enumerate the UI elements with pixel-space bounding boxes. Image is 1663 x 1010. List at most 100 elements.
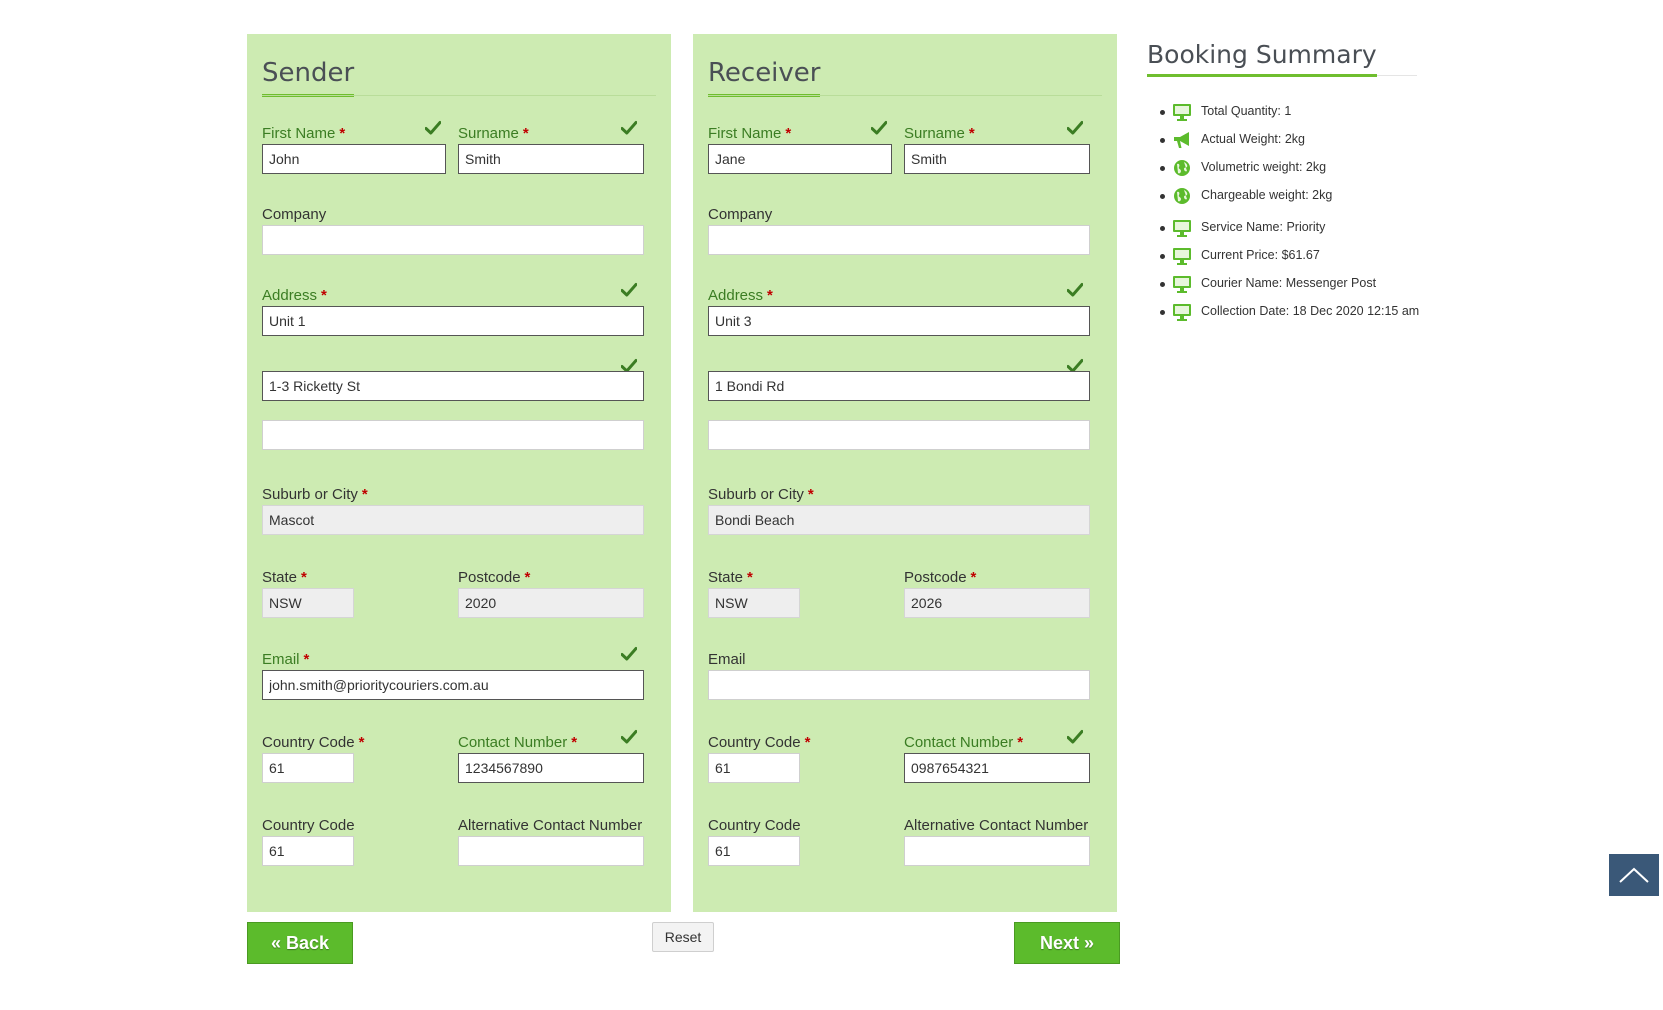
required-marker: * <box>358 734 365 751</box>
required-marker: * <box>970 569 977 586</box>
sender-surname-input[interactable] <box>458 144 644 174</box>
receiver-email-input[interactable] <box>708 670 1090 700</box>
chevron-up-icon <box>1619 867 1649 883</box>
booking-summary-title: Booking Summary <box>1147 40 1377 77</box>
receiver-contact-input[interactable] <box>904 753 1090 783</box>
sender-postcode-label: Postcode * <box>458 569 530 586</box>
receiver-surname-input[interactable] <box>904 144 1090 174</box>
required-marker: * <box>785 125 792 142</box>
receiver-state-input[interactable] <box>708 588 800 618</box>
sender-surname-label: Surname * <box>458 125 529 142</box>
summary-item-text: Chargeable weight: 2kg <box>1201 188 1333 202</box>
receiver-alt-contact-label: Alternative Contact Number <box>904 817 1089 834</box>
receiver-contact-check-icon <box>1067 730 1083 744</box>
receiver-first-name-input[interactable] <box>708 144 892 174</box>
sender-first-name-input[interactable] <box>262 144 446 174</box>
receiver-country-code-label: Country Code * <box>708 734 810 751</box>
required-marker: * <box>571 734 578 751</box>
sender-company-label: Company <box>262 206 327 223</box>
receiver-suburb-label-text: Suburb or City <box>708 486 804 503</box>
sender-suburb-label: Suburb or City * <box>262 486 368 503</box>
receiver-company-label: Company <box>708 206 773 223</box>
receiver-alt-contact-input[interactable] <box>904 836 1090 866</box>
globe-icon <box>1172 159 1192 177</box>
globe-icon <box>1172 187 1192 205</box>
sender-email-check-icon <box>621 647 637 661</box>
sender-first-name-label-text: First Name <box>262 125 336 142</box>
summary-item-text: Courier Name: Messenger Post <box>1201 276 1377 290</box>
sender-contact-label: Contact Number * <box>458 734 577 751</box>
receiver-address-line2-input[interactable] <box>708 371 1090 401</box>
receiver-address-line3-input[interactable] <box>708 420 1090 450</box>
sender-state-label: State * <box>262 569 307 586</box>
receiver-suburb-label: Suburb or City * <box>708 486 814 503</box>
required-marker: * <box>339 125 346 142</box>
summary-item: Total Quantity: 1 <box>1147 98 1417 126</box>
sender-panel: Sender First Name* Surname* Company Addr… <box>247 34 671 912</box>
receiver-country-code-input[interactable] <box>708 753 800 783</box>
required-marker: * <box>747 569 753 586</box>
sender-company-input[interactable] <box>262 225 644 255</box>
receiver-first-name-check-icon <box>871 121 887 135</box>
monitor-icon <box>1172 303 1192 321</box>
receiver-title-divider <box>708 95 1102 96</box>
required-marker: * <box>804 734 811 751</box>
sender-address-line2-input[interactable] <box>262 371 644 401</box>
sender-postcode-input[interactable] <box>458 588 644 618</box>
sender-contact-input[interactable] <box>458 753 644 783</box>
receiver-surname-check-icon <box>1067 121 1083 135</box>
sender-title-divider <box>262 95 656 96</box>
sender-suburb-input[interactable] <box>262 505 644 535</box>
receiver-first-name-label-text: First Name <box>708 125 782 142</box>
sender-alt-country-code-input[interactable] <box>262 836 354 866</box>
required-marker: * <box>968 125 975 142</box>
booking-summary: Booking Summary Total Quantity: 1 Actual … <box>1147 40 1420 326</box>
receiver-suburb-input[interactable] <box>708 505 1090 535</box>
receiver-surname-label-text: Surname <box>904 125 965 142</box>
receiver-alt-country-code-input[interactable] <box>708 836 800 866</box>
sender-address-label-text: Address <box>262 287 318 304</box>
back-button[interactable]: « Back <box>247 922 353 964</box>
sender-first-name-label: First Name * <box>262 125 345 142</box>
sender-state-input[interactable] <box>262 588 354 618</box>
summary-item-text: Current Price: $61.67 <box>1201 248 1320 262</box>
receiver-postcode-label: Postcode * <box>904 569 976 586</box>
sender-address-line1-input[interactable] <box>262 306 644 336</box>
receiver-panel: Receiver First Name* Surname* Company Ad… <box>693 34 1117 912</box>
summary-item-text: Collection Date: 18 Dec 2020 12:15 am <box>1201 304 1420 318</box>
booking-summary-list: Total Quantity: 1 Actual Weight: 2kg Volum… <box>1147 98 1420 326</box>
reset-button[interactable]: Reset <box>652 922 714 952</box>
sender-first-name-check-icon <box>425 121 441 135</box>
monitor-icon <box>1172 247 1192 265</box>
summary-item: Collection Date: 18 Dec 2020 12:15 am <box>1147 298 1420 326</box>
summary-item-text: Service Name: Priority <box>1201 220 1326 234</box>
receiver-title: Receiver <box>708 58 821 97</box>
sender-address-line3-input[interactable] <box>262 420 644 450</box>
sender-state-label-text: State <box>262 569 298 586</box>
receiver-company-input[interactable] <box>708 225 1090 255</box>
summary-item-text: Actual Weight: 2kg <box>1201 132 1305 146</box>
sender-postcode-label-text: Postcode <box>458 569 521 586</box>
sender-alt-contact-label: Alternative Contact Number <box>458 817 643 834</box>
scroll-to-top-button[interactable] <box>1609 854 1659 896</box>
sender-country-code-input[interactable] <box>262 753 354 783</box>
sender-email-input[interactable] <box>262 670 644 700</box>
sender-surname-check-icon <box>621 121 637 135</box>
sender-surname-label-text: Surname <box>458 125 519 142</box>
summary-item: Service Name: Priority <box>1147 214 1417 242</box>
next-button[interactable]: Next » <box>1014 922 1120 964</box>
receiver-contact-label: Contact Number * <box>904 734 1023 751</box>
receiver-state-label: State * <box>708 569 753 586</box>
required-marker: * <box>1017 734 1024 751</box>
receiver-address-label: Address * <box>708 287 773 304</box>
sender-suburb-label-text: Suburb or City <box>262 486 358 503</box>
required-marker: * <box>321 287 327 304</box>
summary-item: Chargeable weight: 2kg <box>1147 182 1417 210</box>
receiver-address-check-icon <box>1067 283 1083 297</box>
required-marker: * <box>807 486 814 503</box>
sender-alt-contact-input[interactable] <box>458 836 644 866</box>
sender-alt-country-code-label: Country Code <box>262 817 355 834</box>
required-marker: * <box>303 651 310 668</box>
receiver-postcode-input[interactable] <box>904 588 1090 618</box>
receiver-address-line1-input[interactable] <box>708 306 1090 336</box>
